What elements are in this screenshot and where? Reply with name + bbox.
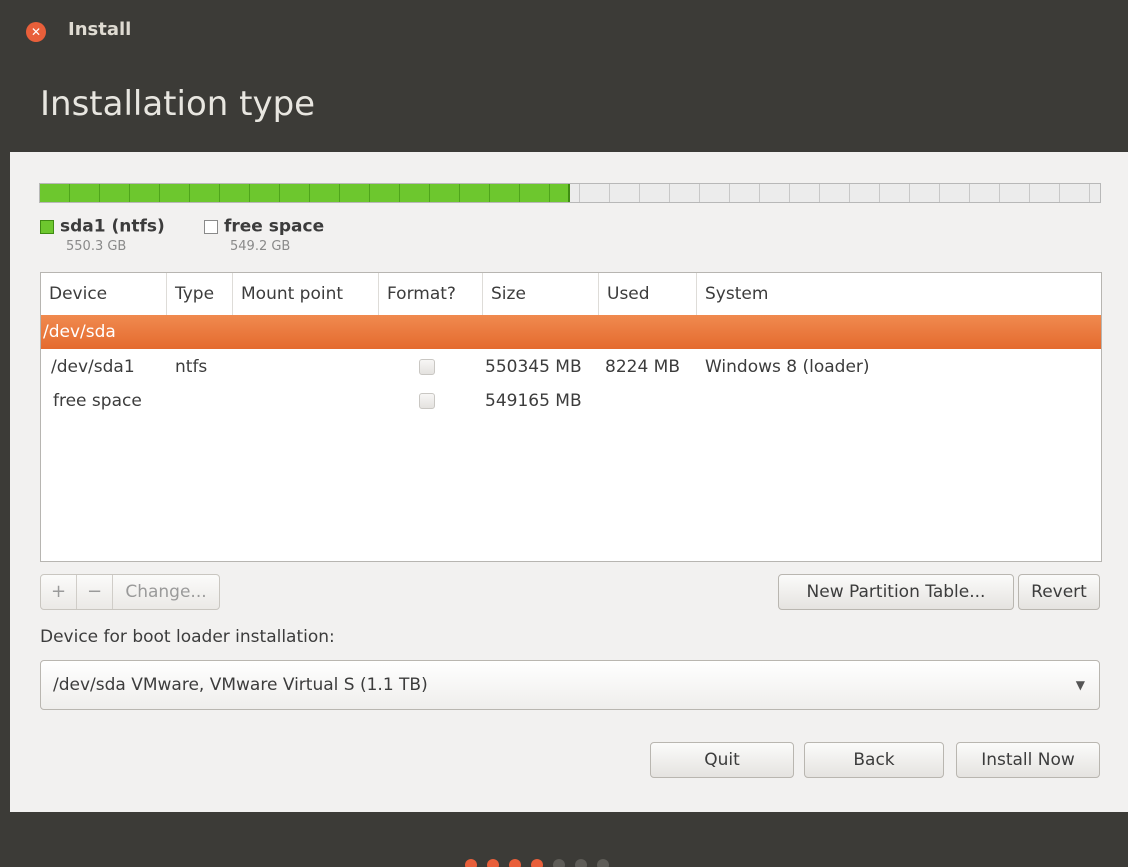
install-now-button[interactable]: Install Now (956, 742, 1100, 778)
window-title: Install (68, 19, 132, 40)
table-row[interactable]: free space 549165 MB (41, 384, 1101, 418)
legend-label: sda1 (ntfs) (60, 216, 165, 237)
legend-size: 549.2 GB (230, 238, 291, 254)
format-checkbox[interactable] (419, 359, 435, 375)
table-row[interactable]: /dev/sda1 ntfs 550345 MB 8224 MB Windows… (41, 350, 1101, 384)
revert-button[interactable]: Revert (1018, 574, 1100, 610)
column-header-device[interactable]: Device (41, 273, 167, 315)
add-partition-button[interactable]: + (41, 575, 77, 609)
cell-device: /dev/sda1 (51, 357, 135, 377)
progress-dot (487, 859, 499, 867)
table-row[interactable]: /dev/sda (41, 315, 1101, 349)
bootloader-label: Device for boot loader installation: (40, 627, 335, 647)
cell-size: 549165 MB (485, 391, 582, 411)
progress-dot (553, 859, 565, 867)
change-partition-button[interactable]: Change... (113, 575, 219, 609)
quit-button[interactable]: Quit (650, 742, 794, 778)
bootloader-device-select[interactable]: /dev/sda VMware, VMware Virtual S (1.1 T… (40, 660, 1100, 710)
column-header-size[interactable]: Size (483, 273, 599, 315)
progress-footer (10, 812, 1128, 867)
chevron-down-icon: ▼ (1075, 678, 1085, 692)
cell-device: /dev/sda (43, 322, 116, 342)
progress-dot (465, 859, 477, 867)
disk-usage-fill (40, 184, 570, 202)
progress-dot (575, 859, 587, 867)
bootloader-selected-value: /dev/sda VMware, VMware Virtual S (1.1 T… (53, 675, 428, 695)
legend-sda1: sda1 (ntfs) 550.3 GB (40, 216, 165, 254)
page-title: Installation type (40, 84, 316, 124)
disk-usage-bar (39, 183, 1101, 203)
legend-swatch-free (204, 219, 218, 234)
column-header-mount-point[interactable]: Mount point (233, 273, 379, 315)
column-header-type[interactable]: Type (167, 273, 233, 315)
cell-device: free space (53, 391, 142, 411)
cell-used: 8224 MB (605, 357, 680, 377)
new-partition-table-button[interactable]: New Partition Table... (778, 574, 1014, 610)
cell-system: Windows 8 (loader) (705, 357, 870, 377)
cell-type: ntfs (175, 357, 208, 377)
cell-size: 550345 MB (485, 357, 582, 377)
partition-table[interactable]: Device Type Mount point Format? Size Use… (40, 272, 1102, 562)
remove-partition-button[interactable]: − (77, 575, 113, 609)
column-header-system[interactable]: System (697, 273, 1101, 315)
close-icon[interactable]: ✕ (26, 22, 46, 42)
back-button[interactable]: Back (804, 742, 944, 778)
legend-swatch-sda1 (40, 219, 54, 234)
progress-dot (531, 859, 543, 867)
legend-size: 550.3 GB (66, 238, 127, 254)
window-titlebar: ✕ Install Installation type (10, 0, 1128, 152)
progress-dot (509, 859, 521, 867)
column-header-used[interactable]: Used (599, 273, 697, 315)
window-left-edge (0, 0, 10, 867)
partition-toolbar: + − Change... (40, 574, 220, 610)
legend-free-space: free space 549.2 GB (204, 216, 324, 254)
progress-dot (597, 859, 609, 867)
format-checkbox[interactable] (419, 393, 435, 409)
legend-label: free space (224, 216, 325, 237)
column-header-format[interactable]: Format? (379, 273, 483, 315)
progress-dots (465, 856, 619, 867)
installer-content: sda1 (ntfs) 550.3 GB free space 549.2 GB… (10, 152, 1118, 812)
